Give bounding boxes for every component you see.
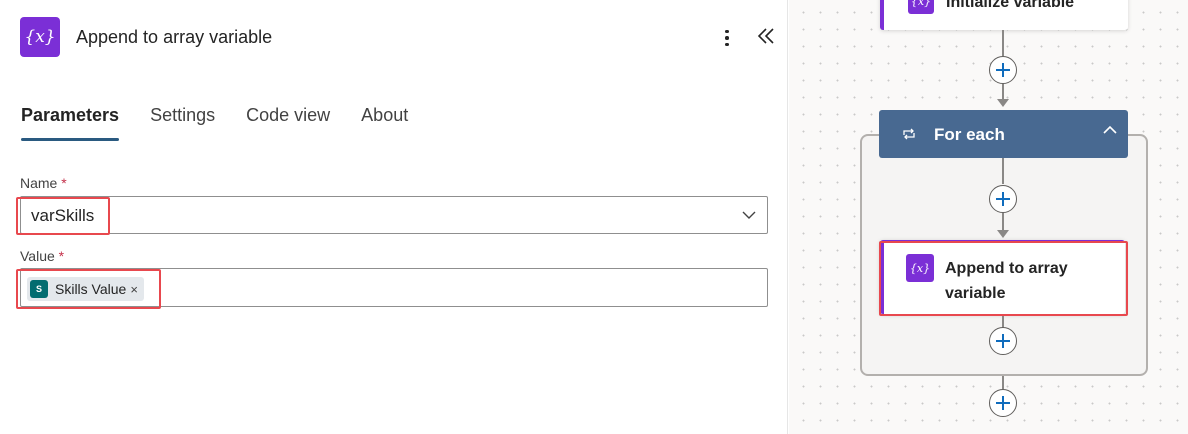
initialize-variable-card[interactable]: {x} Initialize variable xyxy=(880,0,1128,30)
chevron-down-icon xyxy=(742,211,756,219)
panel-title: Append to array variable xyxy=(76,27,273,47)
connector-arrow-icon xyxy=(997,99,1009,107)
tab-settings[interactable]: Settings xyxy=(150,103,215,143)
tab-bar: Parameters Settings Code view About xyxy=(21,103,439,143)
connector-line xyxy=(1002,84,1004,100)
initialize-variable-title: Initialize variable xyxy=(946,0,1075,11)
tab-about[interactable]: About xyxy=(361,103,408,143)
add-step-button[interactable] xyxy=(989,56,1017,84)
required-mark: * xyxy=(58,248,65,264)
tab-code-view[interactable]: Code view xyxy=(246,103,330,143)
token-label: Skills Value xyxy=(55,281,127,297)
name-dropdown[interactable]: varSkills xyxy=(20,196,768,234)
collapse-panel-button[interactable] xyxy=(754,22,780,50)
for-each-title: For each xyxy=(934,125,1005,144)
more-dot-icon xyxy=(725,29,729,34)
more-options-button[interactable] xyxy=(716,24,738,52)
name-field-label: Name * xyxy=(20,175,67,191)
value-label-text: Value xyxy=(20,248,55,264)
variable-icon: {x} xyxy=(908,0,934,14)
append-to-array-title: Append to array variable xyxy=(945,260,1068,302)
more-dot-icon xyxy=(725,42,729,47)
name-dropdown-value: varSkills xyxy=(31,206,95,225)
add-step-button[interactable] xyxy=(989,327,1017,355)
tab-parameters[interactable]: Parameters xyxy=(21,103,120,143)
value-field-label: Value * xyxy=(20,248,64,264)
value-input[interactable]: S Skills Value × xyxy=(20,268,768,307)
for-each-header[interactable]: For each xyxy=(879,110,1128,158)
double-chevron-left-icon xyxy=(757,28,774,44)
connector-arrow-icon xyxy=(997,230,1009,238)
dynamic-content-token[interactable]: S Skills Value × xyxy=(27,277,144,301)
name-label-text: Name xyxy=(20,175,58,191)
panel-header: {x} Append to array variable xyxy=(0,0,788,76)
chevron-up-icon[interactable] xyxy=(1102,124,1118,136)
more-dot-icon xyxy=(725,36,729,40)
connector-line xyxy=(1002,30,1004,56)
add-step-button[interactable] xyxy=(989,389,1017,417)
sharepoint-icon: S xyxy=(30,280,48,298)
loop-icon xyxy=(903,128,915,140)
append-to-array-card[interactable]: {x} Append to array variable xyxy=(880,240,1125,314)
variable-icon: {x} xyxy=(906,254,934,282)
variable-icon: {x} xyxy=(20,17,60,57)
connector-line xyxy=(1002,376,1004,389)
required-mark: * xyxy=(61,175,67,191)
token-remove-icon[interactable]: × xyxy=(130,282,138,297)
connector-line xyxy=(1002,158,1004,184)
connector-line xyxy=(1002,213,1004,231)
properties-panel: {x} Append to array variable Parameters … xyxy=(0,0,788,434)
add-step-button[interactable] xyxy=(989,185,1017,213)
